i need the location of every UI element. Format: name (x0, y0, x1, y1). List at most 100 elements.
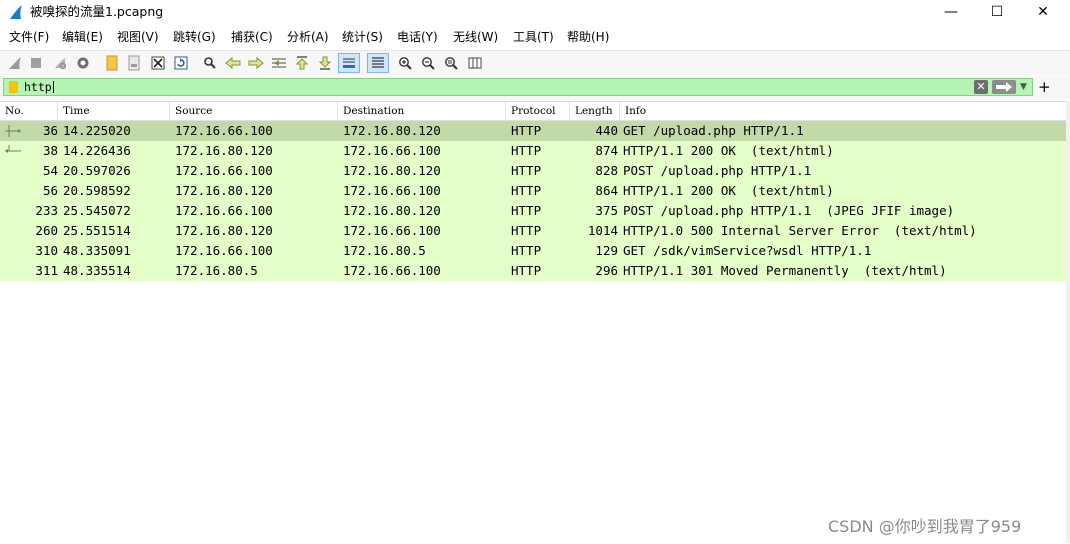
packet-row[interactable]: 56 20.598592 172.16.80.120 172.16.66.100 HTT… (0, 181, 1066, 201)
stop-icon[interactable] (27, 54, 45, 72)
display-filter-input[interactable]: http ✕ ▼ (3, 78, 1033, 96)
packet-len: 296 (595, 263, 618, 278)
normal-size-icon[interactable] (442, 54, 460, 72)
first-packet-icon[interactable] (293, 54, 311, 72)
add-filter-button[interactable]: + (1038, 78, 1051, 96)
packet-info: POST /upload.php HTTP/1.1 (JPEG JFIF ima… (623, 203, 955, 218)
resize-columns-icon[interactable] (466, 54, 484, 72)
title-bar: 被嗅探的流量1.pcapng — ☐ ✕ (0, 0, 1070, 24)
packet-info: HTTP/1.1 301 Moved Permanently (text/htm… (623, 263, 947, 278)
packet-proto: HTTP (511, 243, 542, 258)
packet-len: 1014 (587, 223, 618, 238)
packet-len: 129 (595, 243, 618, 258)
menu-wireless[interactable]: 无线(W) (453, 29, 498, 45)
column-header-length[interactable]: Length (570, 102, 620, 120)
packet-time: 25.545072 (63, 203, 131, 218)
clear-filter-icon[interactable]: ✕ (974, 80, 988, 94)
reload-icon[interactable] (172, 54, 190, 72)
packet-no: 233 (35, 203, 58, 218)
menu-help[interactable]: 帮助(H) (567, 29, 609, 45)
packet-row[interactable]: 260 25.551514 172.16.80.120 172.16.66.100 HT… (0, 221, 1066, 241)
column-header-time[interactable]: Time (58, 102, 170, 120)
back-arrow-icon[interactable] (224, 54, 242, 72)
minimize-button[interactable]: — (928, 0, 974, 24)
autoscroll-icon[interactable] (338, 53, 360, 73)
shark-start-icon[interactable] (6, 54, 24, 72)
column-header-no[interactable]: No. (0, 102, 58, 120)
menu-edit[interactable]: 编辑(E) (62, 29, 103, 45)
column-header-info[interactable]: Info (620, 102, 1066, 120)
save-file-icon[interactable] (125, 54, 143, 72)
packet-dst: 172.16.66.100 (343, 143, 441, 158)
menu-go[interactable]: 跳转(G) (173, 29, 216, 45)
packet-dst: 172.16.66.100 (343, 263, 441, 278)
close-file-icon[interactable] (149, 54, 167, 72)
packet-row[interactable]: 38 14.226436 172.16.80.120 172.16.66.100 HTT… (0, 141, 1066, 161)
packet-time: 25.551514 (63, 223, 131, 238)
packet-proto: HTTP (511, 183, 542, 198)
menu-view[interactable]: 视图(V) (117, 29, 159, 45)
packet-info: HTTP/1.1 200 OK (text/html) (623, 183, 834, 198)
menu-analyze[interactable]: 分析(A) (287, 29, 329, 45)
forward-arrow-icon[interactable] (247, 54, 265, 72)
column-header-source[interactable]: Source (170, 102, 338, 120)
packet-no: 311 (35, 263, 58, 278)
packet-len: 375 (595, 203, 618, 218)
packet-src: 172.16.66.100 (175, 203, 273, 218)
packet-info: POST /upload.php HTTP/1.1 (623, 163, 812, 178)
packet-len: 864 (595, 183, 618, 198)
packet-proto: HTTP (511, 143, 542, 158)
zoom-in-icon[interactable] (396, 54, 414, 72)
packet-row[interactable]: 311 48.335514 172.16.80.5 172.16.66.100 HTTP… (0, 261, 1066, 281)
go-to-packet-icon[interactable] (270, 54, 288, 72)
packet-time: 20.598592 (63, 183, 131, 198)
packet-time: 14.226436 (63, 143, 131, 158)
packet-src: 172.16.80.120 (175, 183, 273, 198)
packet-dst: 172.16.80.120 (343, 123, 441, 138)
packet-info: GET /sdk/vimService?wsdl HTTP/1.1 (623, 243, 872, 258)
text-caret (52, 81, 54, 93)
column-header-destination[interactable]: Destination (338, 102, 506, 120)
menu-statistics[interactable]: 统计(S) (342, 29, 383, 45)
packet-no: 54 (42, 163, 58, 178)
packet-len: 440 (595, 123, 618, 138)
menu-telephony[interactable]: 电话(Y) (397, 29, 438, 45)
open-file-icon[interactable] (103, 54, 121, 72)
filter-history-dropdown[interactable]: ▼ (1020, 82, 1027, 92)
packet-row[interactable]: 54 20.597026 172.16.66.100 172.16.80.120 HTT… (0, 161, 1066, 181)
packet-src: 172.16.80.120 (175, 223, 273, 238)
packet-info: HTTP/1.0 500 Internal Server Error (text… (623, 223, 977, 238)
maximize-button[interactable]: ☐ (974, 0, 1020, 24)
apply-arrow-icon (996, 82, 1012, 92)
menu-tools[interactable]: 工具(T) (513, 29, 554, 45)
packet-list-header: No. Time Source Destination Protocol Len… (0, 102, 1066, 121)
packet-row[interactable]: 36 14.225020 172.16.66.100 172.16.80.120 HTT… (0, 121, 1066, 141)
menu-file[interactable]: 文件(F) (9, 29, 49, 45)
display-filter-bar: http ✕ ▼ + (0, 76, 1070, 100)
packet-src: 172.16.80.120 (175, 143, 273, 158)
apply-filter-button[interactable] (992, 80, 1016, 94)
packet-no: 38 (42, 143, 58, 158)
zoom-out-icon[interactable] (419, 54, 437, 72)
packet-list[interactable]: No. Time Source Destination Protocol Len… (0, 101, 1066, 544)
close-button[interactable]: ✕ (1020, 0, 1066, 24)
vertical-scrollbar[interactable] (1066, 101, 1070, 543)
options-gear-icon[interactable] (74, 54, 92, 72)
find-icon[interactable] (201, 54, 219, 72)
column-header-protocol[interactable]: Protocol (506, 102, 570, 120)
packet-row[interactable]: 233 25.545072 172.16.66.100 172.16.80.120 HT… (0, 201, 1066, 221)
packet-dst: 172.16.66.100 (343, 223, 441, 238)
packet-proto: HTTP (511, 263, 542, 278)
last-packet-icon[interactable] (316, 54, 334, 72)
packet-no: 260 (35, 223, 58, 238)
restart-icon[interactable] (51, 54, 69, 72)
menu-capture[interactable]: 捕获(C) (231, 29, 273, 45)
packet-info: GET /upload.php HTTP/1.1 (623, 123, 804, 138)
packet-no: 310 (35, 243, 58, 258)
colorize-icon[interactable] (367, 53, 389, 73)
packet-row[interactable]: 310 48.335091 172.16.66.100 172.16.80.5 HTTP… (0, 241, 1066, 261)
filter-bookmark-icon[interactable] (9, 81, 18, 93)
wireshark-fin-icon (10, 5, 22, 19)
filter-text: http (24, 80, 52, 94)
packet-dst: 172.16.80.120 (343, 203, 441, 218)
